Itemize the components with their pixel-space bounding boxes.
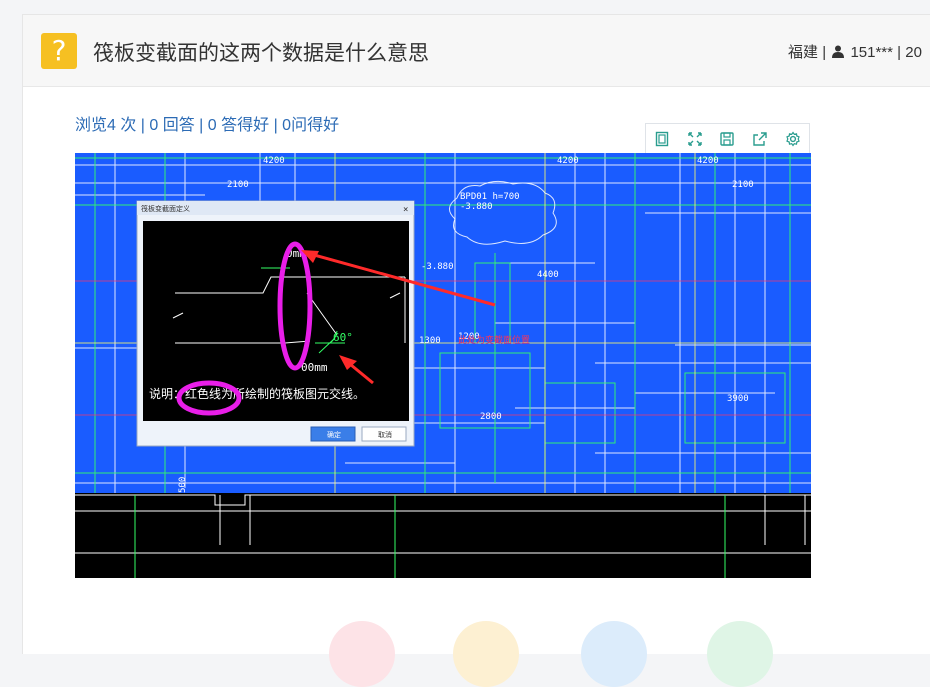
meta-separator-2: | [897,44,902,61]
dialog-dim-angle: 60° [333,331,353,344]
reaction-bubbles [323,621,783,687]
svg-text:4200: 4200 [697,156,719,166]
reaction-bubble-blue[interactable] [581,621,647,687]
page: ? 筏板变截面的这两个数据是什么意思 福建 | 151*** | 20 浏览4 … [0,0,930,687]
question-card: ? 筏板变截面的这两个数据是什么意思 福建 | 151*** | 20 浏览4 … [22,14,930,687]
question-title: 筏板变截面的这两个数据是什么意思 [93,42,429,65]
question-meta: 福建 | 151*** | 20 [788,41,922,62]
fullscreen-icon [688,132,702,146]
svg-text:500: 500 [178,477,188,493]
dialog-close: × [403,205,408,215]
question-mark-icon: ? [41,33,77,69]
fit-icon [656,131,669,147]
svg-text:4400: 4400 [537,270,559,280]
svg-text:此处为变截面位置: 此处为变截面位置 [458,334,530,346]
user-name[interactable]: 151*** [850,44,893,61]
share-button[interactable] [744,124,777,154]
svg-text:4200: 4200 [263,156,285,166]
svg-text:4200: 4200 [557,156,579,166]
meta-separator: | [822,44,827,61]
save-icon [720,132,735,146]
cad-screenshot: 4200 2100 4200 4200 2100 4400 -3.880 120… [75,153,811,578]
dialog-title: 筏板变截面定义 [141,204,190,213]
settings-icon [785,131,800,147]
save-button[interactable] [711,124,744,154]
definition-dialog: 筏板变截面定义 × 0mm 60° 00mm 说明：红色线为所绘制的筏板图元交线… [136,200,415,447]
date-text: 20 [905,44,922,61]
share-icon [753,132,767,146]
dialog-dim-bottom: 00mm [301,361,328,374]
svg-text:2100: 2100 [732,180,754,190]
svg-text:3900: 3900 [727,394,749,404]
fullscreen-button[interactable] [679,124,712,154]
question-header: ? 筏板变截面的这两个数据是什么意思 福建 | 151*** | 20 [23,15,930,87]
reaction-bubble-yellow[interactable] [453,621,519,687]
location-text: 福建 [788,44,819,61]
reaction-bubble-green[interactable] [707,621,773,687]
fit-button[interactable] [646,124,679,154]
settings-button[interactable] [776,124,809,154]
question-image[interactable]: 4200 2100 4200 4200 2100 4400 -3.880 120… [75,153,811,578]
dialog-cancel-button: 取消 [378,430,392,439]
reaction-bubble-pink[interactable] [329,621,395,687]
dialog-ok-button: 确定 [327,430,341,439]
svg-text:-3.880: -3.880 [460,202,493,212]
question-stats: 浏览4 次 | 0 回答 | 0 答得好 | 0问得好 [75,117,340,134]
svg-text:2100: 2100 [227,180,249,190]
svg-text:BPD01 h=700: BPD01 h=700 [460,192,520,202]
user-icon [832,45,845,58]
svg-text:1300: 1300 [419,336,441,346]
svg-text:-3.880: -3.880 [421,262,454,272]
image-toolbar [645,123,810,153]
svg-text:2800: 2800 [480,412,502,422]
